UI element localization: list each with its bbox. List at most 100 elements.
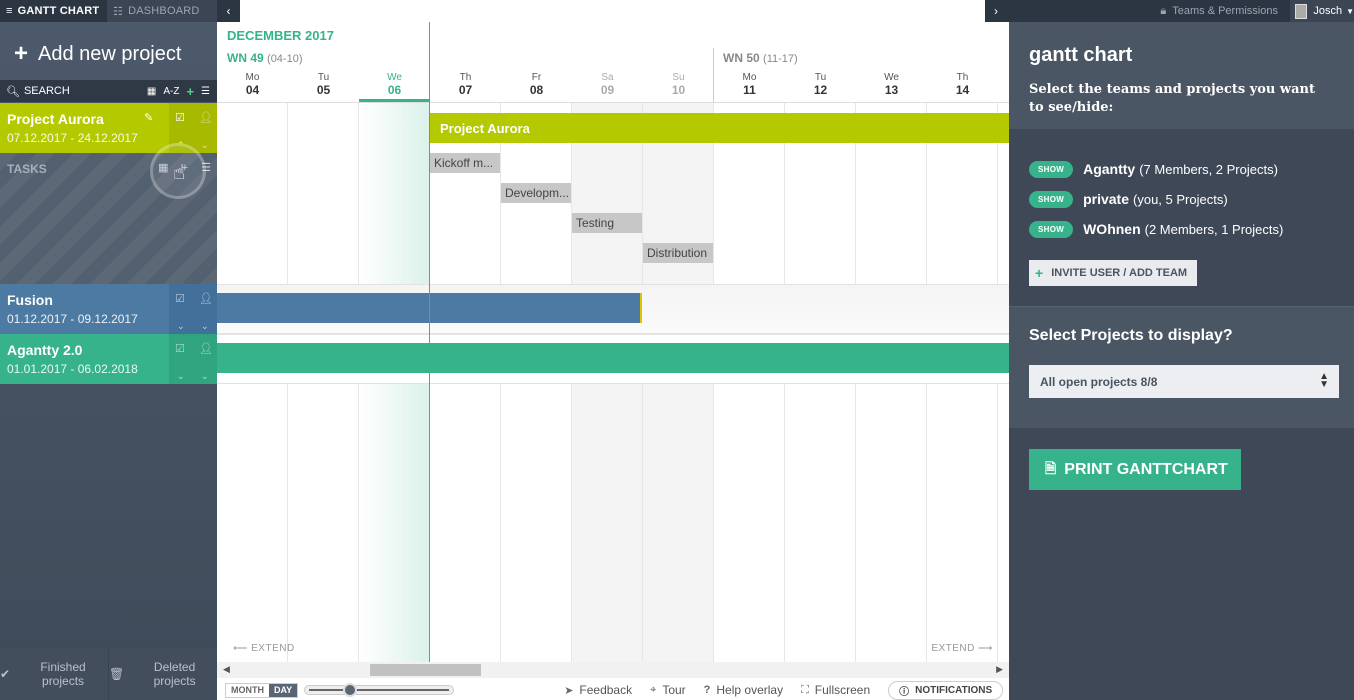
- gantt-bar-aurora[interactable]: Project Aurora: [430, 113, 1009, 143]
- zoom-slider[interactable]: [304, 683, 455, 697]
- task-bar-testing[interactable]: Testing: [572, 213, 642, 233]
- day-number: 12: [813, 83, 828, 97]
- show-toggle[interactable]: SHOW: [1029, 220, 1074, 238]
- week-number: WN 49: [227, 51, 264, 65]
- project-col-check: ☑ ⌄: [169, 334, 193, 384]
- tab-gantt-chart[interactable]: ≡ GANTT CHART: [0, 0, 107, 22]
- horizontal-scrollbar[interactable]: ◀ ▶: [217, 662, 1009, 678]
- list-order-icon[interactable]: ☰: [201, 86, 210, 97]
- chevron-down-icon[interactable]: ⌄: [177, 371, 185, 382]
- team-meta: (2 Members, 1 Projects): [1144, 221, 1284, 237]
- add-new-project-button[interactable]: + Add new project: [14, 40, 181, 68]
- day-header: Fr 08: [501, 72, 572, 96]
- checkbox-icon[interactable]: ☑: [175, 111, 185, 124]
- extend-left-button[interactable]: ⟵ EXTEND: [233, 643, 295, 654]
- calendar-sort-icon[interactable]: ▦: [147, 86, 156, 97]
- notifications-button[interactable]: ⓘ NOTIFICATIONS: [888, 680, 1004, 700]
- extend-right-button[interactable]: EXTEND ⟶: [931, 643, 993, 654]
- hand-cursor-icon: ☝︎: [173, 162, 186, 184]
- task-bar-kickoff[interactable]: Kickoff m...: [430, 153, 500, 173]
- finished-projects-label: Finished projects: [40, 660, 86, 688]
- chevron-down-icon[interactable]: ⌄: [177, 321, 185, 332]
- zoom-toggle: MONTH DAY: [225, 682, 299, 698]
- avatar: [1295, 3, 1308, 19]
- fullscreen-link[interactable]: ⛶ Fullscreen: [801, 683, 870, 697]
- collapse-right-panel-button[interactable]: ›: [985, 0, 1007, 22]
- plus-icon: +: [1035, 265, 1044, 281]
- panel-subtitle: Select the teams and projects you want t…: [1029, 82, 1315, 115]
- sort-az-button[interactable]: A-Z: [163, 86, 179, 97]
- user-menu[interactable]: Josch ▼: [1290, 0, 1354, 22]
- zoom-day-button[interactable]: DAY: [269, 683, 298, 697]
- day-number: 10: [671, 83, 686, 97]
- print-ganttchart-button[interactable]: 🗎︎ PRINT GANTTCHART: [1029, 449, 1241, 490]
- tab-label: DASHBOARD: [128, 5, 200, 17]
- paper-plane-icon: ➤: [564, 684, 574, 697]
- tour-link[interactable]: ⌖ Tour: [650, 683, 686, 697]
- extend-label: EXTEND: [931, 643, 975, 654]
- show-toggle[interactable]: SHOW: [1029, 190, 1074, 208]
- question-icon: ?: [703, 684, 711, 696]
- scroll-thumb[interactable]: [370, 664, 481, 676]
- gantt-bar-agantty[interactable]: [217, 343, 1009, 373]
- add-icon[interactable]: +: [186, 84, 194, 99]
- project-name: Fusion: [7, 292, 53, 308]
- project-row-agantty[interactable]: Agantty 2.0 01.01.2017 - 06.02.2018 ☑ ⌄ …: [0, 334, 217, 384]
- invite-user-button[interactable]: + INVITE USER / ADD TEAM: [1029, 260, 1197, 286]
- caret-down-icon: ▼: [1346, 6, 1354, 16]
- select-title: Select Projects to display?: [1029, 327, 1233, 344]
- team-row-agantty: SHOW Agantty (7 Members, 2 Projects): [1029, 154, 1283, 184]
- show-toggle[interactable]: SHOW: [1029, 160, 1074, 178]
- gantt-icon: ≡: [6, 5, 13, 17]
- user-icon[interactable]: 👤︎: [199, 342, 213, 355]
- project-select-dropdown[interactable]: All open projects 8/8 ▲ ▼: [1029, 365, 1339, 398]
- team-meta: (you, 5 Projects): [1133, 191, 1228, 207]
- chevron-down-icon[interactable]: ⌄: [201, 140, 209, 151]
- day-header: Mo 11: [714, 72, 785, 96]
- team-list: SHOW Agantty (7 Members, 2 Projects) SHO…: [1029, 154, 1283, 244]
- zoom-month-button[interactable]: MONTH: [226, 684, 269, 697]
- scroll-right-icon[interactable]: ▶: [996, 664, 1003, 675]
- collapse-sidebar-button[interactable]: ‹: [217, 0, 240, 22]
- deleted-projects-label: Deleted projects: [153, 660, 196, 688]
- checkbox-icon[interactable]: ☑: [175, 342, 185, 355]
- trash-icon: 🗑︎: [109, 667, 125, 681]
- search-label[interactable]: SEARCH: [24, 85, 147, 97]
- project-col-user: 👤︎ ⌄: [193, 284, 217, 334]
- tour-label: Tour: [662, 683, 686, 697]
- user-icon[interactable]: 👤︎: [199, 111, 213, 124]
- user-icon[interactable]: 👤︎: [199, 292, 213, 305]
- day-number: 11: [743, 83, 756, 97]
- tab-dashboard[interactable]: ☷ DASHBOARD: [107, 0, 217, 22]
- week-label-50: WN 50 (11-17): [723, 51, 798, 65]
- sidebar-footer: ✔ Finished projects 🗑︎ Deleted projects: [0, 648, 217, 700]
- task-bar-development[interactable]: Developm...: [501, 183, 571, 203]
- team-row-private: SHOW private (you, 5 Projects): [1029, 184, 1283, 214]
- help-overlay-link[interactable]: ? Help overlay: [704, 683, 783, 697]
- pencil-icon[interactable]: ✎: [144, 111, 153, 124]
- info-icon: ⓘ: [899, 686, 910, 698]
- team-row-wohnen: SHOW WOhnen (2 Members, 1 Projects): [1029, 214, 1283, 244]
- tasks-label: TASKS: [7, 162, 47, 176]
- feedback-link[interactable]: ➤ Feedback: [564, 683, 632, 697]
- day-number: 07: [458, 83, 473, 97]
- deleted-projects-button[interactable]: 🗑︎ Deleted projects: [108, 648, 217, 700]
- chevron-down-icon[interactable]: ⌄: [201, 321, 209, 332]
- view-tabs: ≡ GANTT CHART ☷ DASHBOARD ‹: [0, 0, 240, 22]
- extend-label: EXTEND: [251, 643, 295, 654]
- select-value: All open projects 8/8: [1040, 374, 1158, 389]
- finished-projects-button[interactable]: ✔ Finished projects: [0, 648, 108, 700]
- task-bar-distribution[interactable]: Distribution: [643, 243, 713, 263]
- chevron-down-icon[interactable]: ⌄: [201, 371, 209, 382]
- teams-permissions-link[interactable]: 🔒︎ Teams & Permissions: [1160, 5, 1278, 18]
- day-header: Su 10: [643, 72, 714, 96]
- scroll-left-icon[interactable]: ◀: [223, 664, 230, 675]
- project-col-user: 👤︎ ⌄: [193, 334, 217, 384]
- slider-knob[interactable]: [343, 683, 358, 697]
- project-row-fusion[interactable]: Fusion 01.12.2017 - 09.12.2017 ☑ ⌄ 👤︎ ⌄: [0, 284, 217, 334]
- week-range: (04-10): [267, 53, 303, 65]
- day-number: 05: [316, 83, 331, 97]
- month-label: DECEMBER 2017: [227, 28, 334, 43]
- checkbox-icon[interactable]: ☑: [175, 292, 185, 305]
- search-icon[interactable]: 🔍︎: [6, 85, 20, 98]
